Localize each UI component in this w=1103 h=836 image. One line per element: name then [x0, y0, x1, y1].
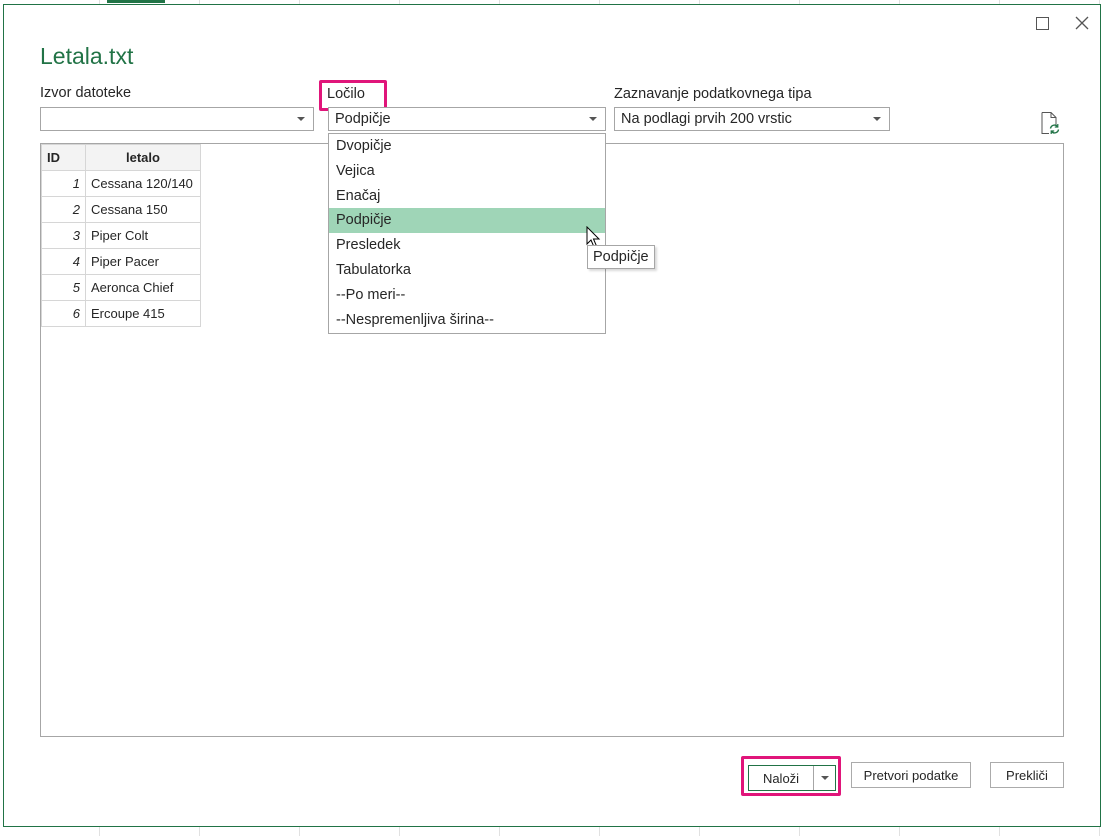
load-options-dropdown[interactable] — [813, 766, 835, 790]
cell-id: 2 — [41, 196, 86, 223]
delimiter-label: Ločilo — [327, 86, 365, 102]
type-detection-value: Na podlagi prvih 200 vrstic — [621, 111, 792, 127]
delimiter-option-nespremenljiva-sirina[interactable]: --Nespremenljiva širina-- — [329, 308, 605, 333]
cell-id: 3 — [41, 222, 86, 249]
cell-letalo: Cessana 150 — [85, 196, 201, 223]
close-icon[interactable] — [1068, 11, 1096, 35]
type-detection-dropdown[interactable]: Na podlagi prvih 200 vrstic — [614, 107, 890, 131]
table-row: 3 Piper Colt — [41, 222, 201, 249]
chevron-down-icon — [297, 117, 305, 121]
table-header-row: ID letalo — [41, 144, 201, 171]
table-row: 6 Ercoupe 415 — [41, 300, 201, 327]
file-source-label: Izvor datoteke — [40, 85, 132, 101]
maximize-icon[interactable] — [1028, 11, 1056, 35]
ribbon-tab-indicator — [107, 0, 165, 3]
delimiter-dropdown[interactable]: Podpičje — [328, 107, 606, 131]
load-button[interactable]: Naloži — [749, 766, 813, 790]
cancel-button[interactable]: Prekliči — [990, 762, 1064, 788]
import-dialog: Letala.txt Izvor datoteke Ločilo Podpičj… — [3, 4, 1101, 827]
delimiter-option-dvopicje[interactable]: Dvopičje — [329, 134, 605, 159]
table-row: 1 Cessana 120/140 — [41, 170, 201, 197]
preview-table: ID letalo 1 Cessana 120/140 2 Cessana 15… — [41, 144, 201, 327]
delimiter-tooltip: Podpičje — [587, 245, 655, 269]
chevron-down-icon — [820, 776, 829, 780]
cell-id: 6 — [41, 300, 86, 327]
cell-letalo: Aeronca Chief — [85, 274, 201, 301]
table-row: 5 Aeronca Chief — [41, 274, 201, 301]
delimiter-options-list: Dvopičje Vejica Enačaj Podpičje Preslede… — [328, 133, 606, 334]
transform-data-button[interactable]: Pretvori podatke — [851, 762, 971, 788]
delimiter-option-podpicje[interactable]: Podpičje — [329, 208, 605, 234]
delimiter-option-vejica[interactable]: Vejica — [329, 159, 605, 184]
load-split-button: Naloži — [748, 765, 836, 791]
delimiter-value: Podpičje — [335, 111, 391, 127]
table-row: 4 Piper Pacer — [41, 248, 201, 275]
cell-letalo: Piper Pacer — [85, 248, 201, 275]
delimiter-option-enacaj[interactable]: Enačaj — [329, 184, 605, 209]
cell-letalo: Cessana 120/140 — [85, 170, 201, 197]
chevron-down-icon — [589, 117, 597, 121]
cell-id: 5 — [41, 274, 86, 301]
delimiter-option-tabulatorka[interactable]: Tabulatorka — [329, 258, 605, 283]
delimiter-option-presledek[interactable]: Presledek — [329, 233, 605, 258]
delimiter-option-po-meri[interactable]: --Po meri-- — [329, 283, 605, 308]
cell-id: 4 — [41, 248, 86, 275]
refresh-preview-icon[interactable] — [1039, 111, 1061, 135]
column-header-letalo: letalo — [85, 144, 201, 171]
dialog-title: Letala.txt — [40, 43, 134, 69]
cell-letalo: Piper Colt — [85, 222, 201, 249]
file-source-dropdown[interactable] — [40, 107, 314, 131]
column-header-id: ID — [41, 144, 86, 171]
cell-id: 1 — [41, 170, 86, 197]
type-detection-label: Zaznavanje podatkovnega tipa — [614, 86, 812, 102]
cell-letalo: Ercoupe 415 — [85, 300, 201, 327]
chevron-down-icon — [873, 117, 881, 121]
table-row: 2 Cessana 150 — [41, 196, 201, 223]
